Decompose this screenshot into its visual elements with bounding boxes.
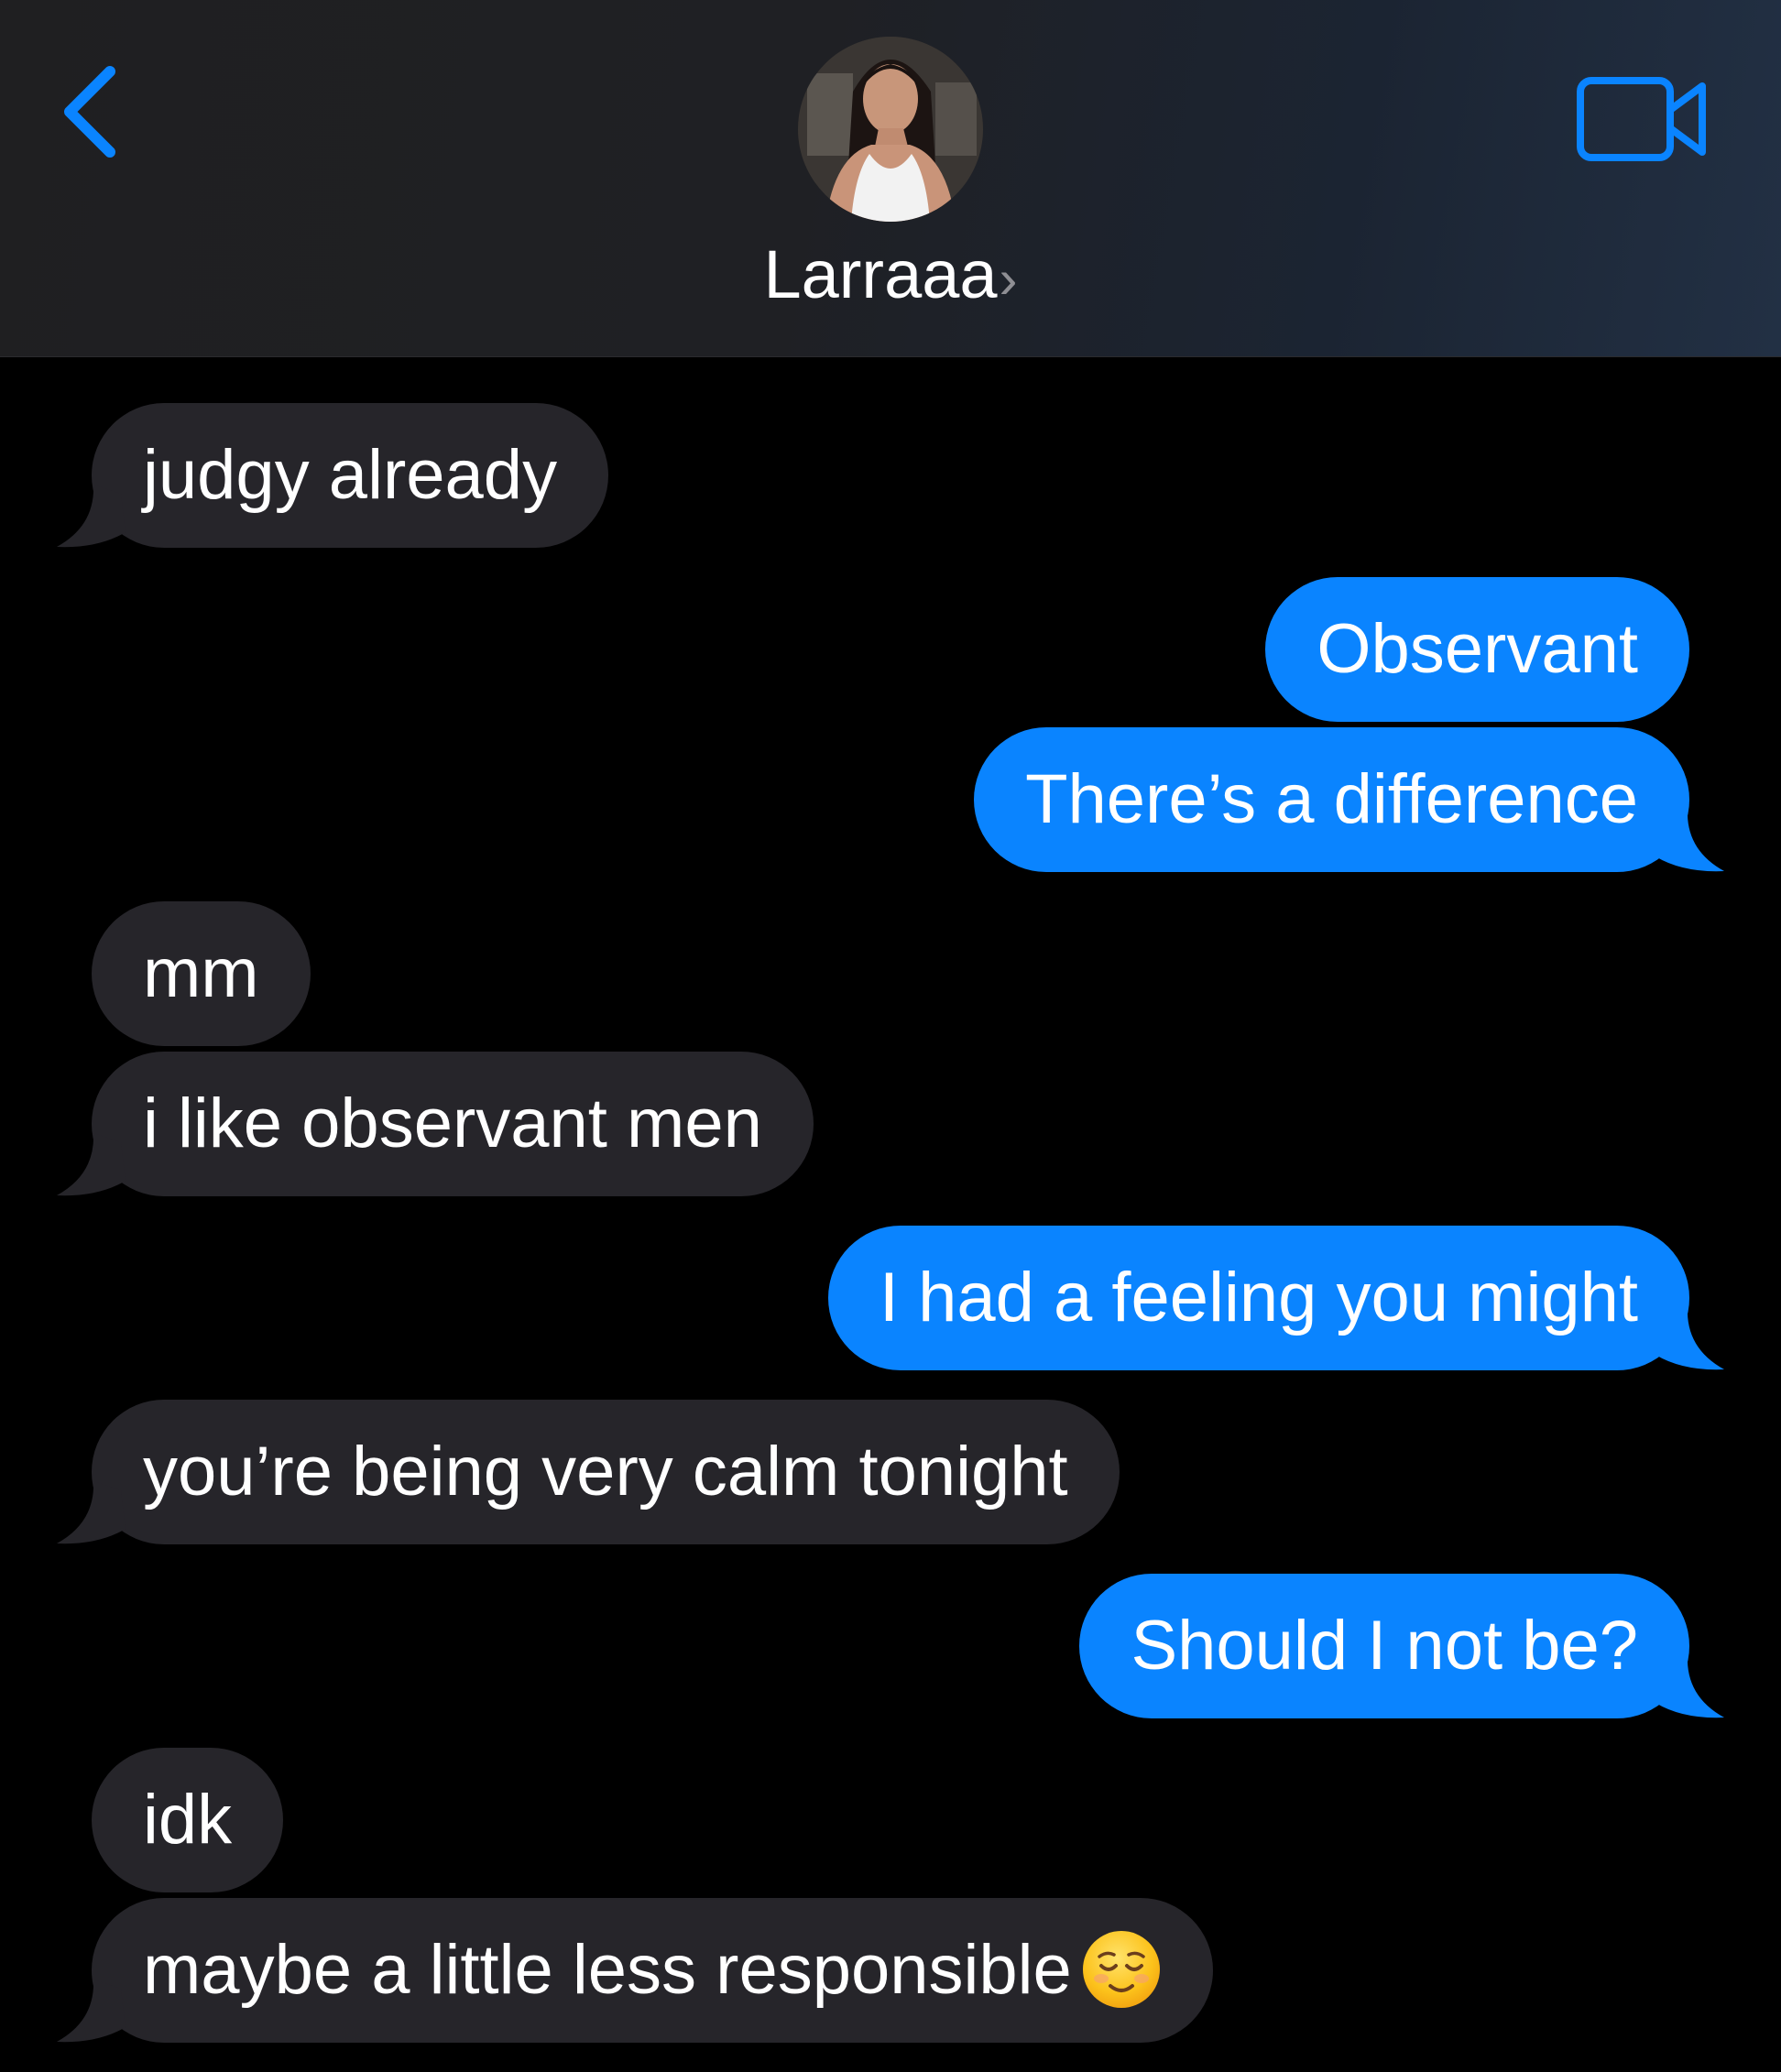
video-camera-icon [1577, 77, 1706, 161]
contact-name: Larraaa [763, 236, 998, 312]
contact-avatar[interactable] [798, 37, 983, 222]
message-text: There’s a difference [1025, 760, 1638, 838]
message-thread[interactable]: judgy already Observant There’s a differ… [0, 356, 1781, 2072]
outgoing-message[interactable]: Observant [1265, 577, 1689, 722]
conversation-header: Larraaa› [0, 0, 1781, 357]
message-text: idk [143, 1781, 233, 1859]
outgoing-message[interactable]: There’s a difference [974, 727, 1689, 872]
message-text: I had a feeling you might [879, 1259, 1638, 1336]
contact-name-button[interactable]: Larraaa› [0, 229, 1781, 325]
message-text: Should I not be? [1131, 1607, 1638, 1685]
back-button[interactable] [57, 57, 130, 167]
bubble-tail [1651, 1655, 1724, 1719]
bubble-tail [57, 1979, 130, 2044]
incoming-message[interactable]: idk [92, 1748, 284, 1892]
bubble-tail [1651, 809, 1724, 873]
message-text: mm [143, 934, 259, 1012]
relieved-face-emoji [1081, 1929, 1162, 2010]
bubble-tail [57, 485, 130, 549]
facetime-video-button[interactable] [1574, 73, 1711, 165]
chevron-left-icon [64, 66, 115, 158]
bubble-tail [57, 1481, 130, 1545]
message-text: i like observant men [143, 1085, 762, 1162]
incoming-message[interactable]: maybe a little less responsible [92, 1898, 1213, 2043]
message-text: you’re being very calm tonight [143, 1433, 1068, 1510]
message-text: judgy already [143, 436, 558, 514]
incoming-message[interactable]: mm [92, 901, 311, 1046]
message-text: Observant [1317, 610, 1638, 688]
outgoing-message[interactable]: I had a feeling you might [827, 1226, 1689, 1370]
message-text: maybe a little less responsible [143, 1931, 1072, 2009]
incoming-message[interactable]: judgy already [92, 403, 609, 548]
incoming-message[interactable]: you’re being very calm tonight [92, 1400, 1120, 1544]
bubble-tail [57, 1133, 130, 1197]
bubble-tail [1651, 1307, 1724, 1371]
incoming-message[interactable]: i like observant men [92, 1052, 814, 1196]
outgoing-message[interactable]: Should I not be? [1079, 1574, 1689, 1718]
avatar-photo [798, 37, 983, 222]
chevron-right-icon: › [999, 248, 1018, 310]
